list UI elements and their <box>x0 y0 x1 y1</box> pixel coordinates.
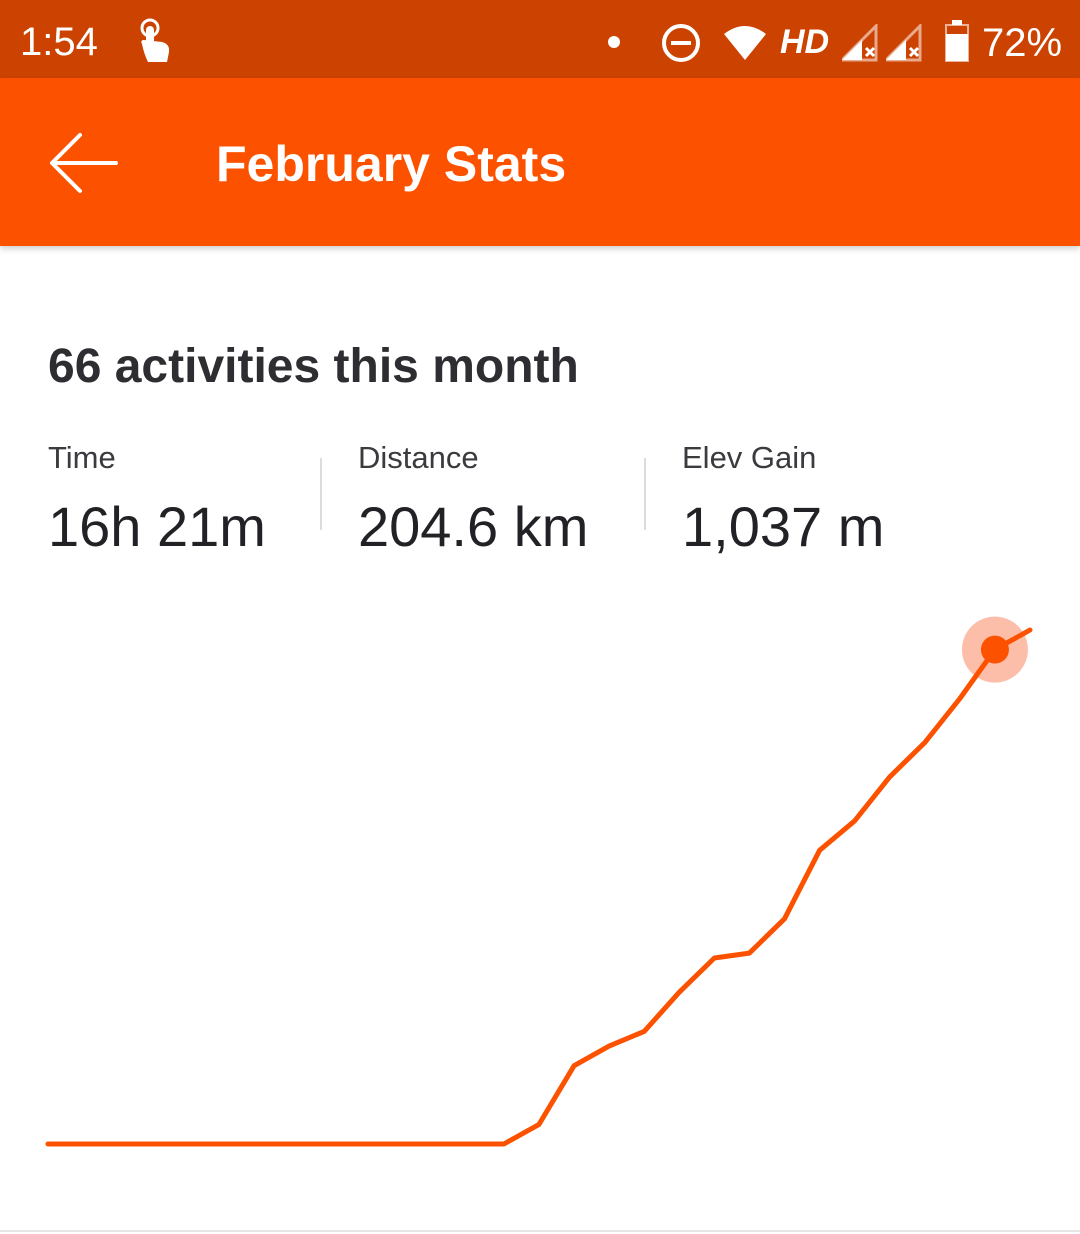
status-bar: 1:54 HD 72% <box>0 0 1080 78</box>
cumulative-progress-chart[interactable] <box>0 590 1080 1210</box>
current-day-marker[interactable] <box>980 635 1009 664</box>
stat-elevation: Elev Gain 1,037 m <box>682 440 884 560</box>
wifi-icon <box>724 26 766 60</box>
cumulative-distance-line <box>45 627 1033 1147</box>
stat-time: Time 16h 21m <box>48 440 266 560</box>
app-bar: February Stats <box>0 78 1080 246</box>
do-not-disturb-icon <box>662 24 700 62</box>
stat-time-value: 16h 21m <box>48 495 266 558</box>
battery-icon <box>945 20 969 62</box>
stat-elevation-label: Elev Gain <box>682 440 817 475</box>
bottom-divider <box>0 1230 1080 1232</box>
back-button[interactable] <box>30 118 130 208</box>
signal-no-service-icon-2 <box>886 24 922 62</box>
stat-divider <box>320 458 322 530</box>
page-title: February Stats <box>216 136 567 192</box>
stat-distance: Distance 204.6 km <box>358 440 588 560</box>
network-type-label: HD <box>780 23 830 61</box>
stat-time-label: Time <box>48 440 116 475</box>
touch-gesture-icon <box>140 18 170 62</box>
arrow-back-icon <box>50 133 118 193</box>
stat-distance-label: Distance <box>358 440 479 475</box>
signal-no-service-icon <box>842 24 878 62</box>
stat-elevation-value: 1,037 m <box>682 495 885 558</box>
status-time: 1:54 <box>20 20 98 64</box>
activities-summary-title: 66 activities this month <box>48 340 579 393</box>
stat-distance-value: 204.6 km <box>358 495 589 558</box>
stat-divider <box>644 458 646 530</box>
battery-percentage: 72% <box>982 21 1063 65</box>
notification-dot-icon <box>608 36 620 48</box>
